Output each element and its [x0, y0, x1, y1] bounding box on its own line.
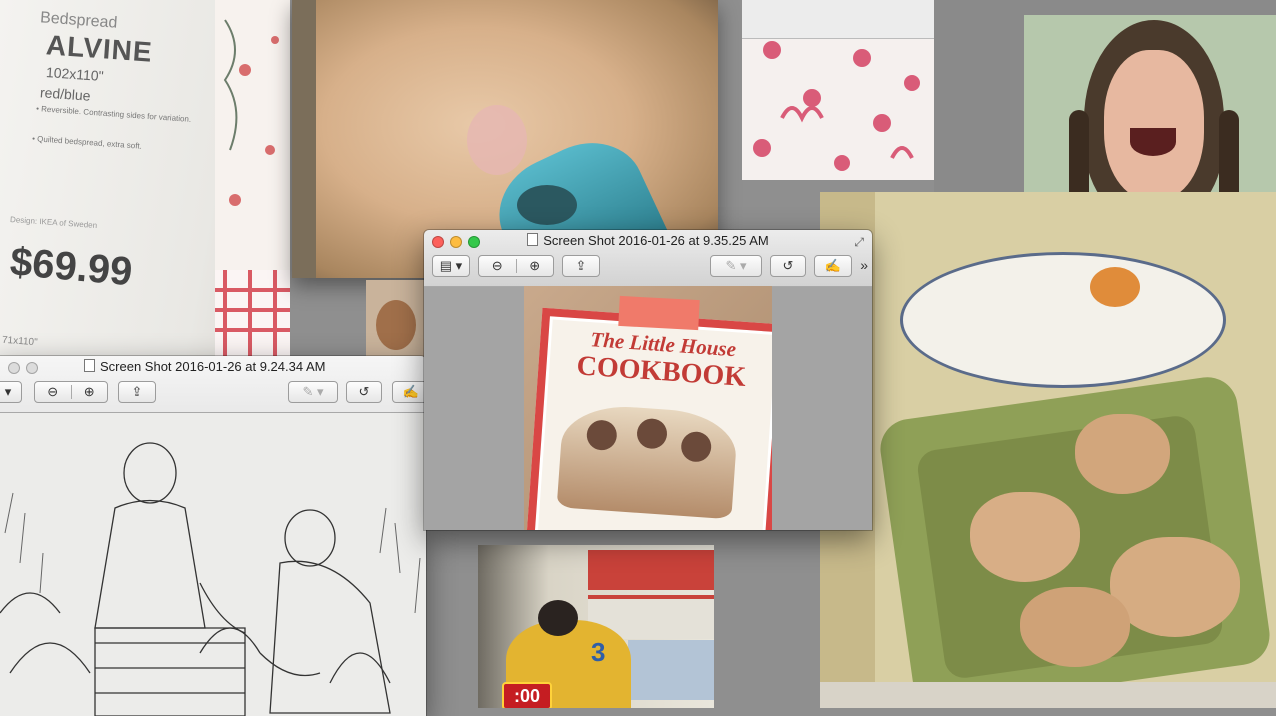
tag-color: red/blue [39, 84, 92, 104]
zoom-group[interactable]: ⊖ ⊕ [478, 255, 554, 277]
fullscreen-icon[interactable]: ⤢ [854, 235, 864, 250]
photo-price-tag: Bedspread ALVINE 102x110" red/blue • Rev… [0, 0, 290, 360]
preview-window-front[interactable]: Screen Shot 2016-01-26 at 9.35.25 AM ⤢ ▤… [424, 230, 872, 530]
titlebar[interactable]: Screen Shot 2016-01-26 at 9.35.25 AM ⤢ ▤… [424, 230, 872, 287]
sidebar-view-icon: ▤ ▾ [439, 258, 463, 273]
share-button[interactable]: ⇪ [118, 381, 156, 403]
zoom-in-icon[interactable]: ⊕ [72, 384, 108, 400]
document-icon [84, 359, 95, 372]
sketch-image [0, 413, 426, 716]
minimize-button[interactable] [26, 362, 38, 374]
annotate-button[interactable]: ✍ [392, 381, 426, 403]
photo-grocery-aisle: 3 :00 [478, 545, 714, 708]
photo-pink-fabric [742, 0, 934, 180]
share-icon: ⇪ [131, 384, 143, 399]
sidebar-view-button[interactable]: ▤ ▾ [432, 255, 470, 277]
zoom-group[interactable]: ⊖ ⊕ [34, 381, 108, 403]
markup-button[interactable]: ✎ ▾ [288, 381, 338, 403]
preview-window-back[interactable]: Screen Shot 2016-01-26 at 9.24.34 AM ▾ ⊖… [0, 356, 426, 716]
window-title: Screen Shot 2016-01-26 at 9.35.25 AM [543, 233, 769, 248]
titlebar[interactable]: Screen Shot 2016-01-26 at 9.24.34 AM ▾ ⊖… [0, 356, 426, 413]
rotate-button[interactable]: ↺ [770, 255, 806, 277]
photo-partial-strip [366, 280, 424, 358]
annotate-icon: ✍ [824, 258, 842, 273]
zoom-out-icon[interactable]: ⊖ [479, 258, 516, 274]
jersey-number: 3 [591, 637, 606, 667]
annotate-button[interactable]: ✍ [814, 255, 852, 277]
washing-sketch [0, 442, 421, 716]
floral-fabric [215, 19, 290, 360]
share-button[interactable]: ⇪ [562, 255, 600, 277]
sidebar-view-icon: ▾ [4, 384, 12, 399]
window-title: Screen Shot 2016-01-26 at 9.24.34 AM [100, 359, 326, 374]
sidebar-view-button[interactable]: ▾ [0, 381, 22, 403]
zoom-in-icon[interactable]: ⊕ [517, 258, 554, 274]
rotate-icon: ↺ [358, 384, 370, 399]
close-button[interactable] [8, 362, 20, 374]
rotate-button[interactable]: ↺ [346, 381, 382, 403]
game-timer: :00 [502, 682, 552, 708]
markup-pen-icon: ✎ ▾ [302, 384, 324, 399]
annotate-icon: ✍ [402, 384, 420, 399]
markup-button[interactable]: ✎ ▾ [710, 255, 762, 277]
zoom-out-icon[interactable]: ⊖ [35, 384, 71, 400]
share-icon: ⇪ [575, 258, 587, 273]
markup-pen-icon: ✎ ▾ [725, 258, 747, 273]
document-icon [527, 233, 539, 246]
rotate-icon: ↺ [782, 258, 794, 273]
photo-heart-cookies [820, 192, 1276, 708]
cookbook-image: The Little House COOKBOOK [524, 286, 772, 530]
toolbar-overflow-icon[interactable]: » [860, 257, 868, 273]
